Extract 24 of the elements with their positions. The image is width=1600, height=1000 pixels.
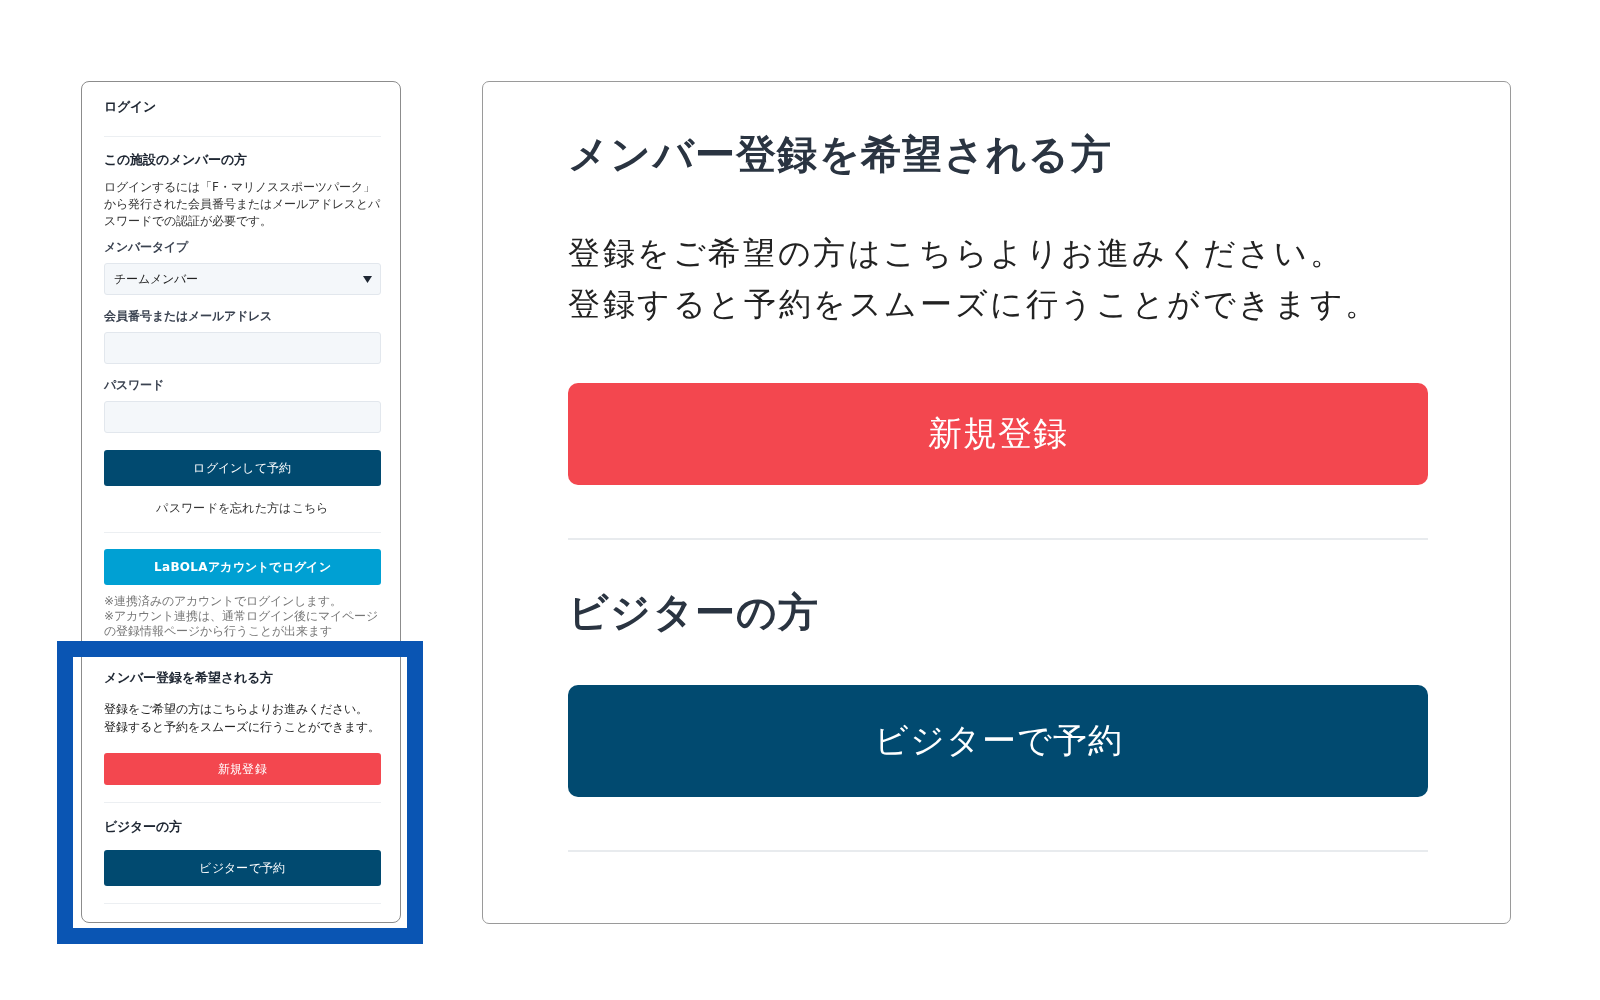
description-text: 登録をご希望の方はこちらよりお進みください。 登録すると予約をスムーズに行うことができます。 — [568, 233, 1381, 325]
input-field[interactable] — [104, 401, 381, 433]
field-label: パスワード — [104, 378, 165, 393]
section-heading: メンバー登録を希望される方 — [568, 130, 1113, 179]
note-text: ※連携済みのアカウントでログインします。 — [104, 594, 344, 609]
section-heading: ビジターの方 — [104, 818, 183, 836]
caret-icon — [363, 275, 372, 283]
field-label: 会員番号またはメールアドレス — [104, 309, 273, 324]
select-field[interactable]: チームメンバー — [104, 263, 381, 295]
panel-title: ログイン — [104, 98, 157, 116]
field-label: メンバータイプ — [104, 240, 190, 255]
section-heading: メンバー登録を希望される方 — [104, 669, 274, 687]
input-field[interactable] — [104, 332, 381, 364]
section-heading: この施設のメンバーの方 — [104, 151, 248, 169]
visitor-booking-button[interactable]: ビジターで予約 — [104, 850, 381, 886]
login-button[interactable]: ログインして予約 — [104, 450, 381, 486]
register-button[interactable]: 新規登録 — [104, 753, 381, 785]
note-text: ※アカウント連携は、通常ログイン後にマイページの登録情報ページから行うことが出来ます — [104, 609, 380, 639]
description-text: ログインするには「F・マリノススポーツパーク」から発行された会員番号またはメールアドレスとパスワードでの認証が必要です。 — [104, 179, 381, 230]
register-button[interactable]: 新規登録 — [568, 383, 1428, 485]
description-text: 登録をご希望の方はこちらよりお進みください。 登録すると予約をスムーズに行うことができます。 — [104, 701, 381, 736]
forgot-password-link[interactable]: パスワードを忘れた方はこちら — [156, 500, 329, 516]
section-heading: ビジターの方 — [568, 588, 821, 637]
visitor-booking-button[interactable]: ビジターで予約 — [568, 685, 1428, 797]
